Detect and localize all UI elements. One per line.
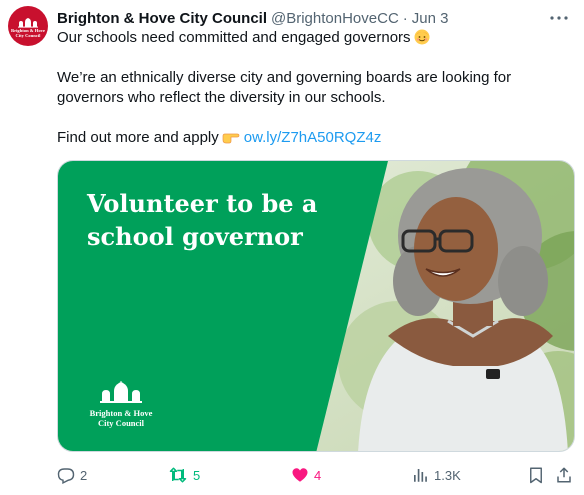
retweet-button[interactable]: 5: [168, 464, 200, 486]
tweet-text: Our schools need committed and engaged g…: [57, 28, 572, 148]
retweet-count: 5: [193, 467, 201, 483]
tweet-paragraph-2: We’re an ethnically diverse city and gov…: [57, 69, 512, 106]
smiling-face-emoji-icon: [414, 29, 430, 45]
share-button[interactable]: [555, 464, 573, 486]
tweet-header: Brighton & Hove City Council @BrightonHo…: [57, 8, 544, 28]
author-name[interactable]: Brighton & Hove City Council: [57, 10, 267, 27]
avatar-label: Brighton & Hove City Council: [11, 27, 45, 38]
reply-icon: [57, 468, 75, 484]
like-count: 4: [314, 467, 322, 483]
bookmark-button[interactable]: [527, 464, 545, 486]
pavilion-logo-icon: [18, 17, 38, 28]
tweet-line-1: Our schools need committed and engaged g…: [57, 29, 411, 46]
heart-icon: [292, 468, 308, 482]
pavilion-logo-icon: [100, 381, 142, 403]
reply-count: 2: [80, 467, 88, 483]
separator-dot: ·: [402, 9, 408, 27]
image-headline: Volunteer to be a school governor: [87, 189, 318, 251]
avatar[interactable]: Brighton & Hove City Council: [8, 6, 48, 46]
tweet-link[interactable]: ow.ly/Z7hA50RQZ4z: [244, 129, 382, 146]
share-icon: [557, 467, 571, 483]
pointing-hand-emoji-icon: [222, 129, 240, 145]
like-button[interactable]: 4: [291, 464, 321, 486]
bookmark-icon: [530, 467, 542, 484]
action-bar: 2 5 4 1.3K: [57, 464, 575, 486]
logo-label: Brighton & Hove City Council: [89, 408, 153, 428]
reply-button[interactable]: 2: [57, 464, 87, 486]
tweet-paragraph-3: Find out more and apply: [57, 129, 219, 146]
tweet-image[interactable]: Volunteer to be a school governor Bright…: [57, 160, 575, 452]
views-chart-icon: [414, 469, 427, 482]
author-handle[interactable]: @BrightonHoveCC: [271, 10, 399, 27]
council-logo: Brighton & Hove City Council: [86, 381, 156, 428]
retweet-icon: [169, 467, 187, 483]
more-options-icon[interactable]: [548, 9, 570, 27]
tweet-date[interactable]: Jun 3: [412, 10, 449, 27]
views-button[interactable]: 1.3K: [411, 464, 461, 486]
views-count: 1.3K: [434, 467, 461, 483]
